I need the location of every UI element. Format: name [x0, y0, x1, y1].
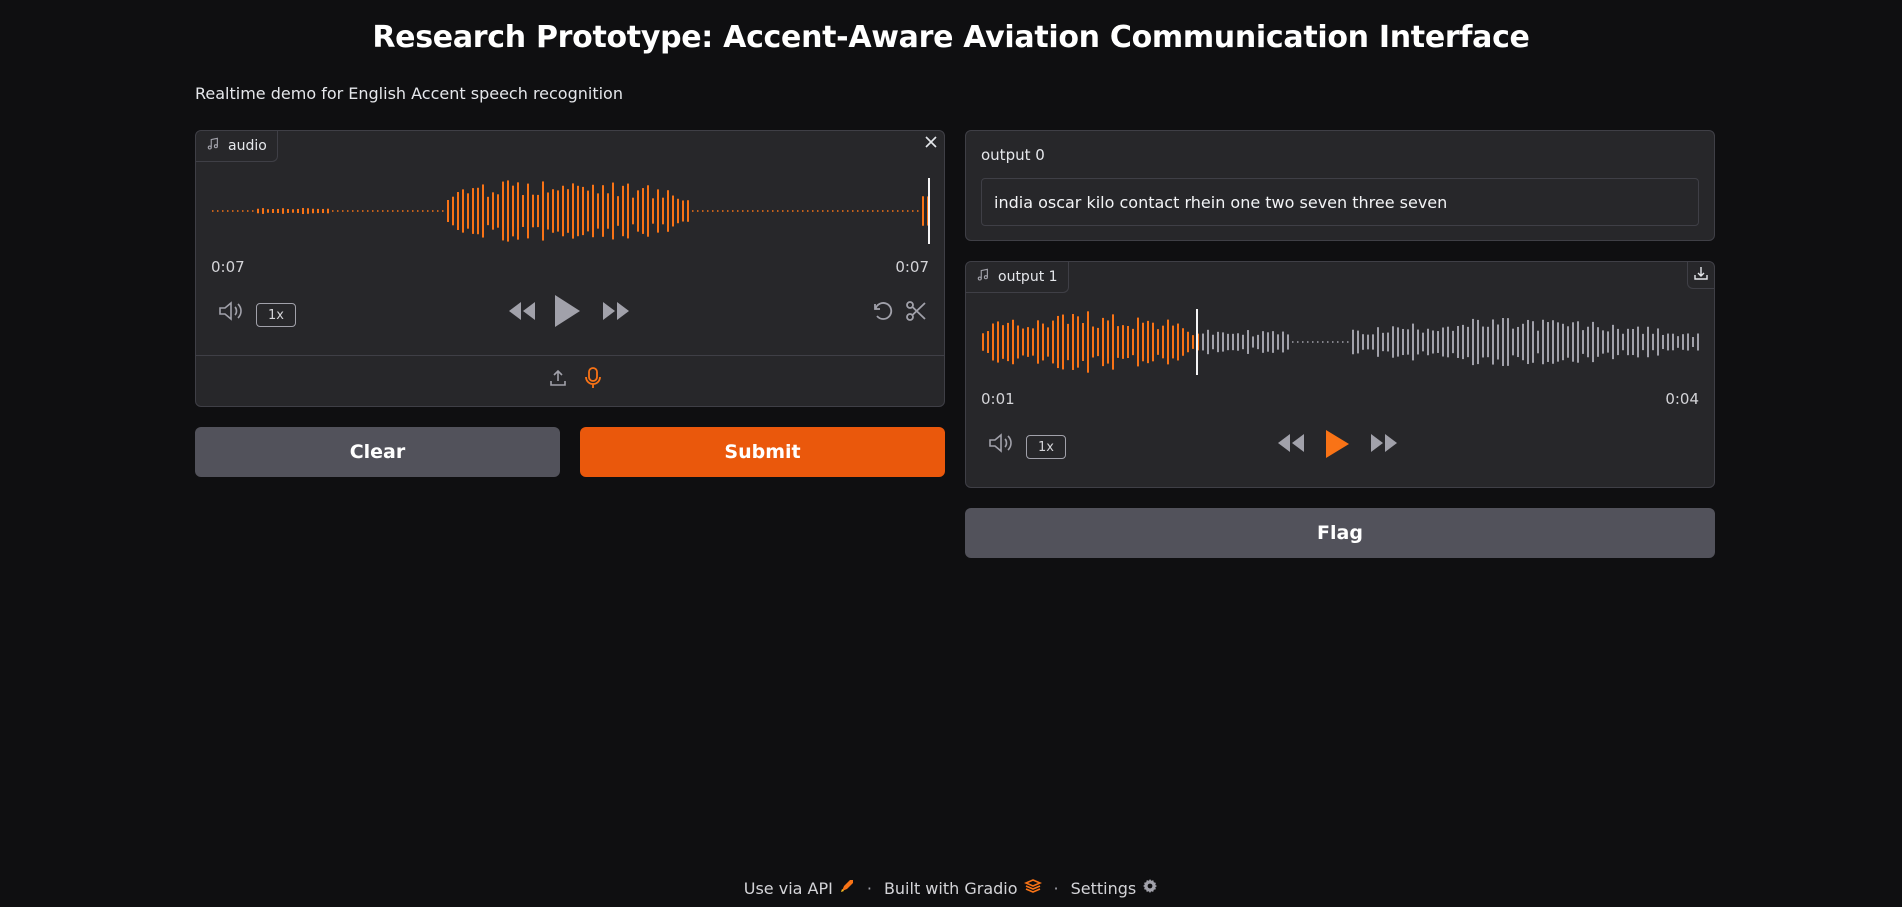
volume-icon: [987, 432, 1015, 458]
music-note-icon: [206, 137, 220, 155]
reset-audio-button[interactable]: [869, 299, 897, 327]
gear-icon: [1142, 878, 1158, 898]
download-icon: [1693, 265, 1709, 285]
play-button[interactable]: [551, 294, 583, 332]
gradio-logo-icon: [1023, 878, 1042, 898]
submit-button[interactable]: Submit: [580, 427, 945, 477]
play-button[interactable]: [1323, 430, 1351, 462]
audio-input-panel: audio 0:07 0:07 1x: [195, 130, 945, 407]
volume-button[interactable]: [216, 301, 246, 325]
fast-forward-icon: [1369, 432, 1399, 458]
playback-speed-button[interactable]: 1x: [1026, 435, 1066, 459]
undo-icon: [871, 299, 895, 327]
scissors-icon: [904, 299, 928, 327]
rewind-icon: [1276, 432, 1306, 458]
playback-speed-button[interactable]: 1x: [256, 303, 296, 327]
audio-input-time-current: 0:07: [211, 258, 245, 276]
page-title: Research Prototype: Accent-Aware Aviatio…: [372, 20, 1530, 55]
footer-separator: ·: [1053, 878, 1059, 898]
footer: Use via API · Built with Gradio · Settin…: [0, 878, 1902, 898]
skip-backward-button[interactable]: [506, 299, 538, 327]
audio-input-time-total: 0:07: [895, 258, 929, 276]
footer-built-label: Built with Gradio: [883, 878, 1018, 898]
skip-forward-button[interactable]: [600, 299, 632, 327]
flag-button[interactable]: Flag: [965, 508, 1715, 558]
page-description: Realtime demo for English Accent speech …: [195, 84, 623, 103]
output1-label: output 1: [966, 262, 1069, 293]
rewind-icon: [507, 300, 537, 326]
output0-panel: output 0 india oscar kilo contact rhein …: [965, 130, 1715, 241]
output1-label-text: output 1: [998, 269, 1058, 285]
download-button[interactable]: [1687, 262, 1714, 289]
audio-source-selector: [196, 355, 944, 406]
footer-settings-label: Settings: [1070, 878, 1137, 898]
clear-button[interactable]: Clear: [195, 427, 560, 477]
built-with-gradio-link[interactable]: Built with Gradio: [884, 878, 1042, 898]
audio-input-waveform[interactable]: [210, 176, 930, 246]
music-note-icon: [976, 268, 990, 286]
output1-waveform[interactable]: [980, 307, 1700, 377]
microphone-source-button[interactable]: [581, 367, 605, 393]
volume-button[interactable]: [986, 433, 1016, 457]
output0-textbox[interactable]: india oscar kilo contact rhein one two s…: [981, 178, 1699, 226]
skip-forward-button[interactable]: [1368, 431, 1400, 459]
trim-audio-button[interactable]: [902, 299, 930, 327]
output1-panel: output 1 0:01 0:04 1x: [965, 261, 1715, 488]
volume-icon: [217, 300, 245, 326]
use-via-api-link[interactable]: Use via API: [744, 878, 855, 898]
clear-audio-button[interactable]: [919, 132, 943, 156]
play-icon: [1324, 429, 1350, 463]
settings-link[interactable]: Settings: [1071, 878, 1159, 898]
upload-source-button[interactable]: [546, 368, 570, 392]
microphone-icon: [583, 366, 603, 394]
upload-icon: [548, 368, 568, 392]
close-icon: [923, 134, 939, 154]
footer-api-label: Use via API: [743, 878, 833, 898]
skip-backward-button[interactable]: [1275, 431, 1307, 459]
audio-input-label-text: audio: [228, 138, 267, 154]
output0-label: output 0: [981, 146, 1045, 164]
audio-input-label: audio: [196, 131, 278, 162]
output1-time-current: 0:01: [981, 390, 1015, 408]
output1-time-total: 0:04: [1665, 390, 1699, 408]
rocket-icon: [839, 878, 855, 898]
play-icon: [553, 294, 581, 332]
fast-forward-icon: [601, 300, 631, 326]
footer-separator: ·: [866, 878, 872, 898]
